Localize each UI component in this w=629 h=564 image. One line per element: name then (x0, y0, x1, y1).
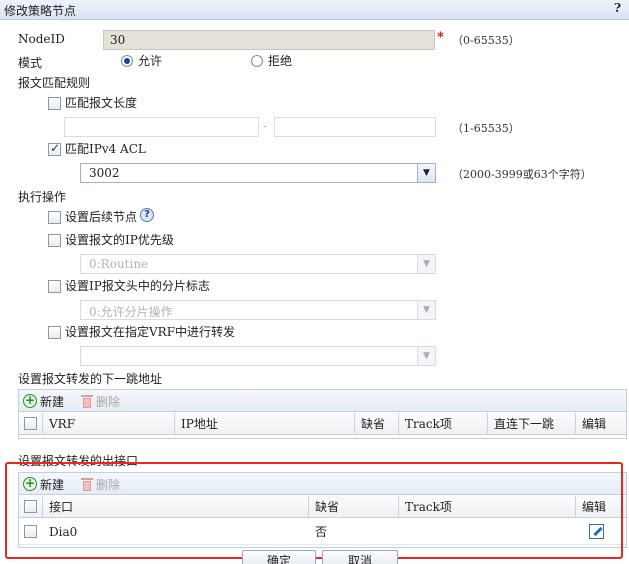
trash-icon (81, 394, 93, 408)
match-section-label: 报文匹配规则 (18, 76, 91, 90)
fragment-flag-label: 设置IP报文头中的分片标志 (65, 279, 210, 293)
column-header[interactable]: 直连下一跳 (488, 413, 576, 435)
nodeid-field[interactable]: 30 (103, 30, 435, 50)
outif-new-label: 新建 (40, 477, 65, 492)
dialog-title: 修改策略节点 (4, 4, 77, 18)
mode-permit-radio[interactable] (121, 55, 133, 67)
acl-hint: （2000-3999或63个字符） (452, 168, 592, 181)
match-length-label: 匹配报文长度 (65, 96, 138, 110)
column-header[interactable]: 编辑 (576, 496, 626, 518)
fragment-flag-value: 0:允许分片操作 (89, 305, 173, 319)
mode-deny-radio[interactable] (251, 55, 263, 67)
select-all-cell (19, 496, 43, 518)
acl-select-value: 3002 (89, 166, 120, 180)
length-hint: （1-65535） (452, 122, 520, 135)
column-header[interactable]: 缺省 (355, 413, 399, 435)
outif-delete-button[interactable]: 删除 (81, 476, 120, 492)
chevron-down-icon[interactable]: ▼ (417, 255, 435, 273)
dialog-title-bar: 修改策略节点 ? (0, 0, 629, 20)
ip-precedence-value: 0:Routine (89, 257, 149, 271)
nexthop-section-label: 设置报文转发的下一跳地址 (18, 372, 163, 386)
fragment-flag-checkbox[interactable] (48, 280, 61, 293)
outif-new-button[interactable]: + 新建 (23, 476, 64, 492)
nexthop-delete-button[interactable]: 删除 (81, 393, 120, 409)
column-header[interactable]: Track项 (399, 496, 576, 518)
length-max-input[interactable] (274, 117, 436, 137)
match-length-checkbox[interactable] (48, 97, 61, 110)
column-header[interactable]: 缺省 (309, 496, 399, 518)
outif-delete-label: 删除 (96, 477, 121, 492)
outif-section-label: 设置报文转发的出接口 (18, 454, 139, 468)
fragment-flag-select[interactable]: 0:允许分片操作 ▼ (80, 300, 436, 320)
nodeid-hint: （0-65535） (452, 34, 520, 47)
ip-precedence-select[interactable]: 0:Routine ▼ (80, 254, 436, 274)
nexthop-new-button[interactable]: + 新建 (23, 393, 64, 409)
add-icon: + (23, 476, 37, 491)
nexthop-header-row: VRF IP地址 缺省 Track项 直连下一跳 编辑 (19, 413, 626, 435)
column-header[interactable]: 编辑 (576, 413, 626, 435)
vrf-forward-checkbox[interactable] (48, 326, 61, 339)
column-header[interactable]: Track项 (399, 413, 488, 435)
ok-button[interactable]: 确定 (242, 550, 316, 564)
match-acl-label: 匹配IPv4 ACL (65, 142, 146, 156)
chevron-down-icon[interactable]: ▼ (417, 347, 435, 365)
outif-header-row: 接口 缺省 Track项 编辑 (19, 496, 626, 518)
outif-select-all-checkbox[interactable] (24, 500, 37, 513)
column-header[interactable]: IP地址 (175, 413, 355, 435)
nexthop-select-all-checkbox[interactable] (24, 417, 37, 430)
action-section-label: 执行操作 (18, 190, 67, 204)
mode-label: 模式 (18, 56, 43, 70)
next-node-label: 设置后续节点 (65, 210, 138, 224)
track-cell (399, 519, 576, 545)
length-separator: - (263, 119, 268, 133)
ip-precedence-checkbox[interactable] (48, 234, 61, 247)
vrf-forward-label: 设置报文在指定VRF中进行转发 (65, 325, 236, 339)
nexthop-new-label: 新建 (40, 394, 65, 409)
edit-icon[interactable] (589, 524, 604, 539)
nexthop-delete-label: 删除 (96, 394, 121, 409)
question-icon[interactable]: ? (140, 208, 154, 222)
nexthop-grid: + 新建 删除 VRF IP地址 缺省 Track项 直连下一跳 编辑 (18, 389, 627, 439)
outif-grid: + 新建 删除 接口 缺省 Track项 编辑 Dia0 否 (18, 472, 627, 548)
help-icon[interactable]: ? (614, 1, 621, 15)
chevron-down-icon[interactable]: ▼ (417, 301, 435, 319)
row-select-cell (19, 519, 43, 545)
column-header[interactable]: 接口 (43, 496, 309, 518)
edit-cell (576, 519, 626, 545)
match-acl-checkbox[interactable] (48, 141, 61, 156)
cancel-button[interactable]: 取消 (322, 550, 398, 564)
vrf-select[interactable]: ▼ (80, 346, 436, 366)
next-node-checkbox[interactable] (48, 211, 61, 224)
nexthop-toolbar: + 新建 删除 (19, 390, 626, 412)
interface-cell: Dia0 (49, 525, 78, 539)
outif-toolbar: + 新建 删除 (19, 473, 626, 495)
mode-deny-label: 拒绝 (268, 54, 293, 68)
mode-permit-label: 允许 (138, 54, 163, 68)
ip-precedence-label: 设置报文的IP优先级 (65, 233, 174, 247)
trash-icon (81, 477, 93, 491)
default-cell: 否 (315, 525, 328, 539)
chevron-down-icon[interactable]: ▼ (417, 164, 435, 182)
length-min-input[interactable] (64, 117, 259, 137)
nodeid-label: NodeID (18, 32, 65, 46)
acl-select[interactable]: 3002 ▼ (80, 163, 436, 183)
column-header[interactable]: VRF (43, 413, 175, 435)
select-all-cell (19, 413, 43, 435)
add-icon: + (23, 393, 37, 408)
required-mark: * (437, 30, 444, 45)
table-row[interactable]: Dia0 否 (19, 519, 626, 545)
row-checkbox[interactable] (24, 525, 37, 538)
